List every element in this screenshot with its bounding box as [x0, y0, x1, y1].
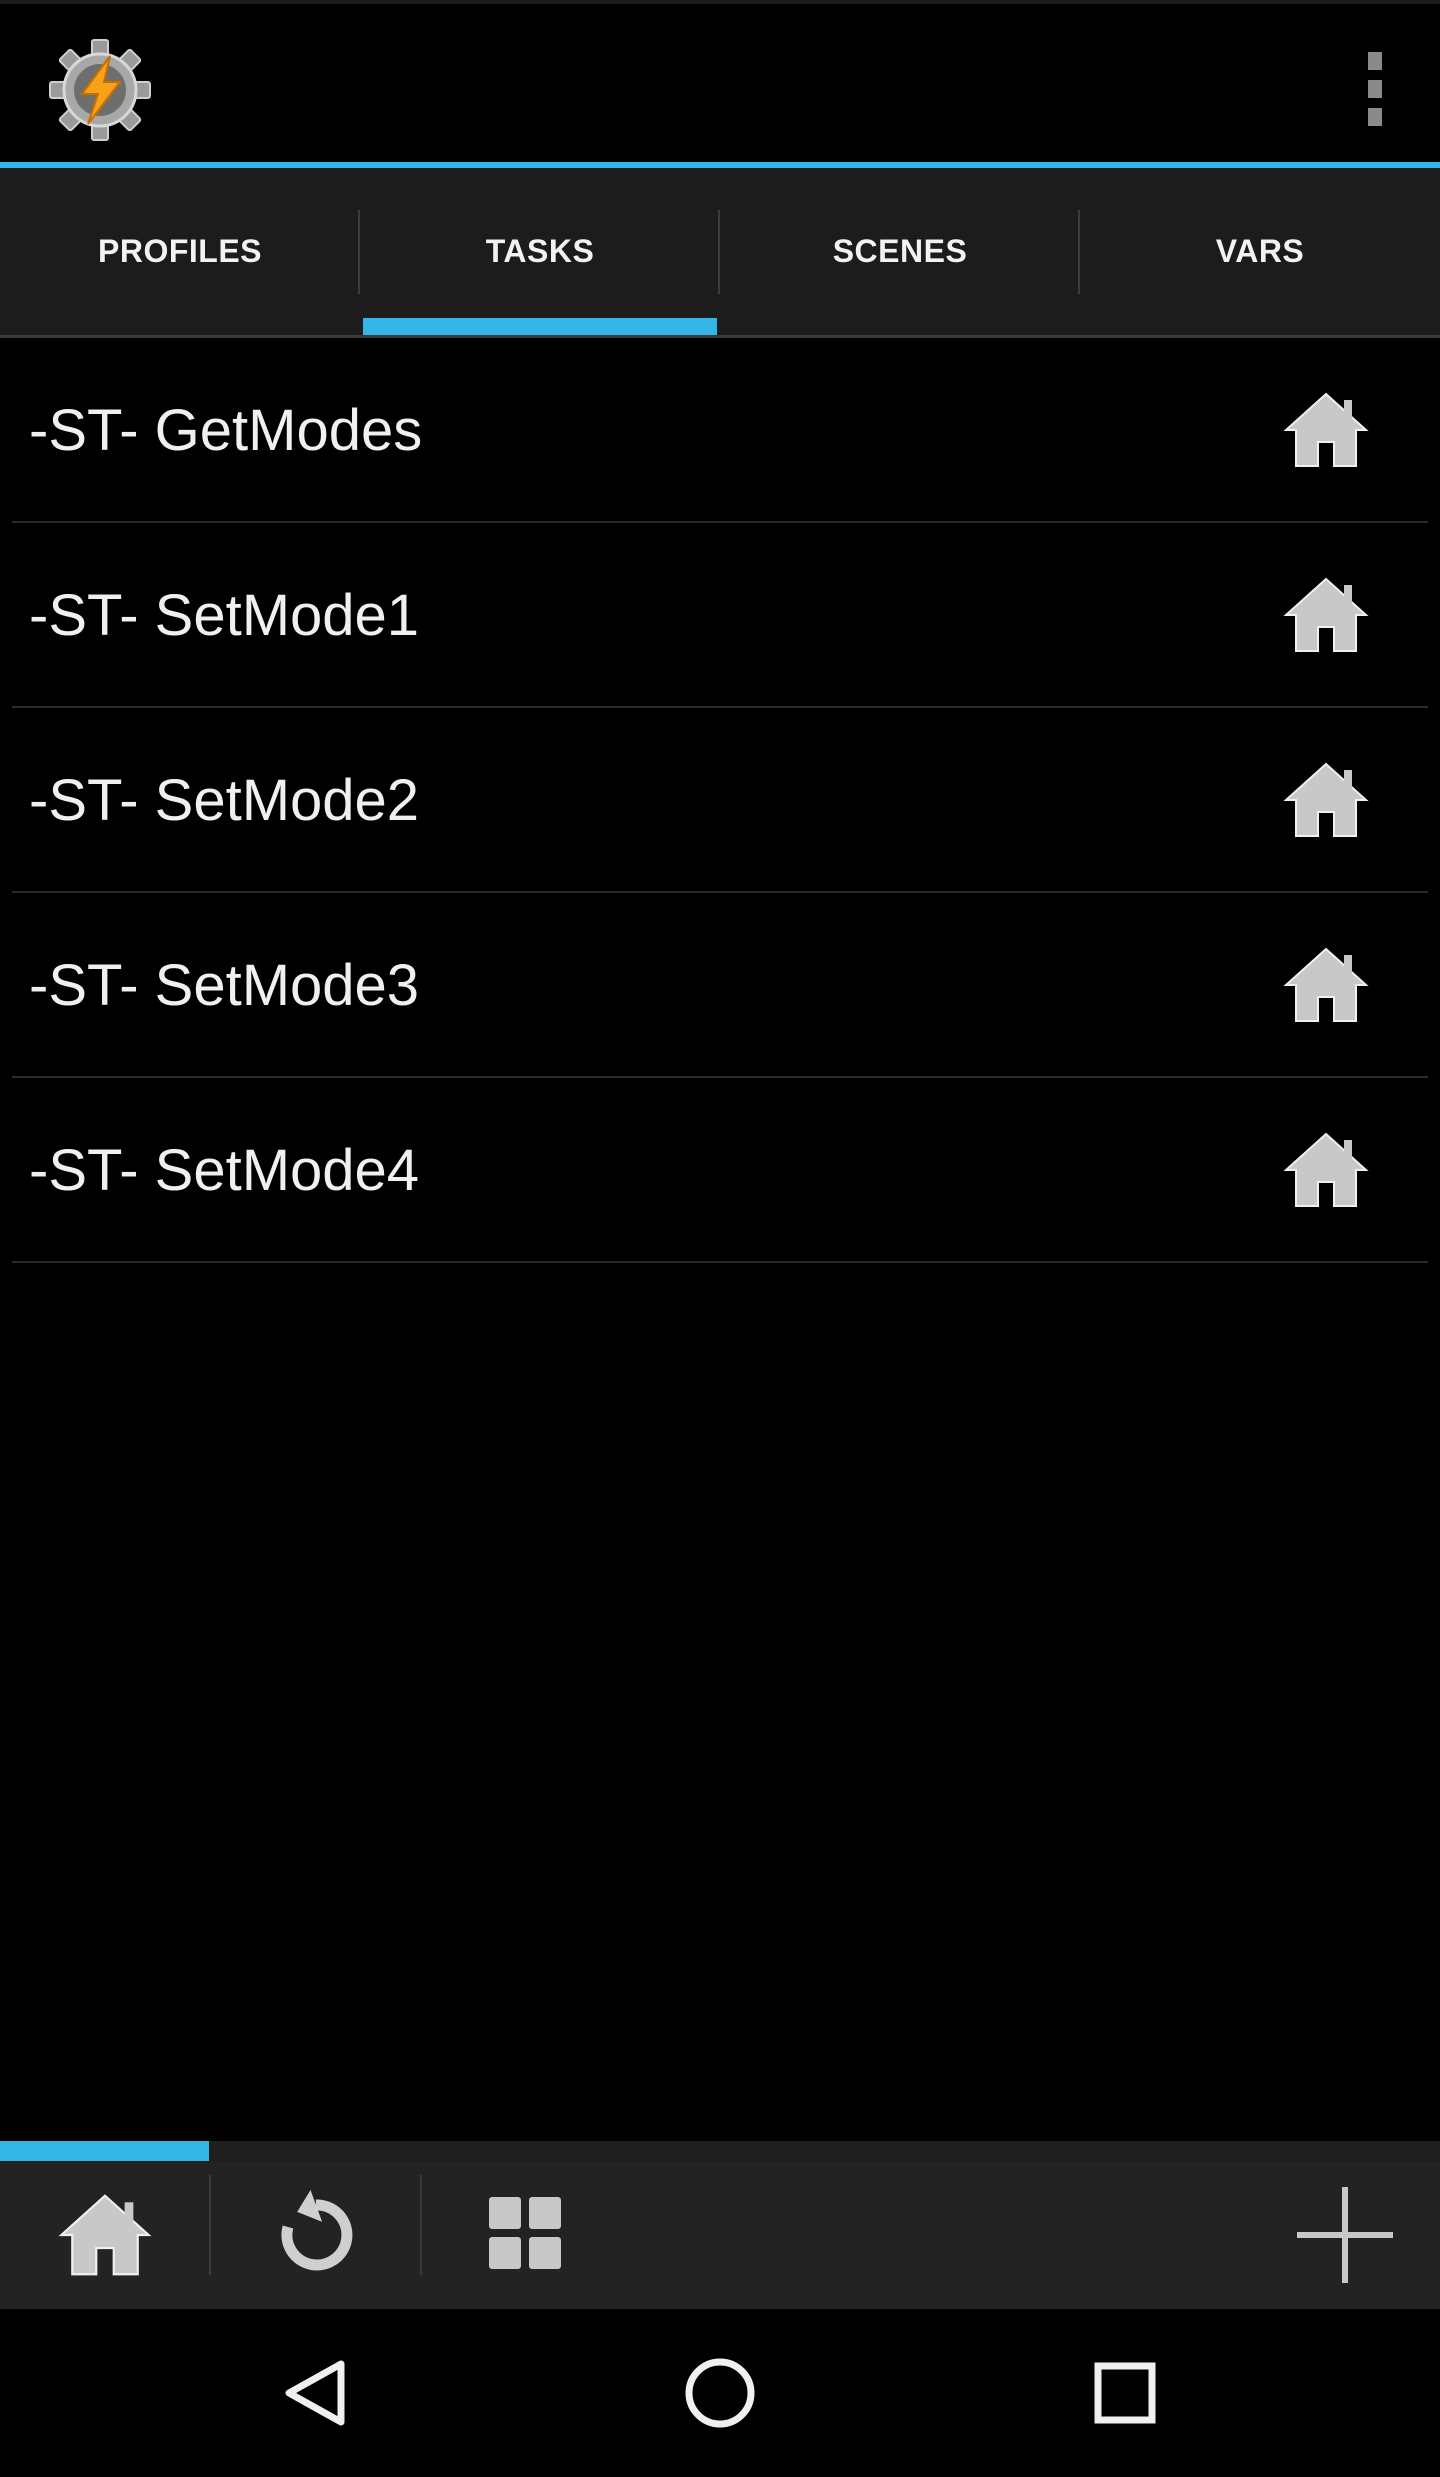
tab-selected-indicator [363, 318, 717, 335]
system-nav-bar [0, 2309, 1440, 2477]
bottom-progress-bar [0, 2141, 1440, 2161]
grid-button[interactable] [422, 2161, 632, 2309]
grid-icon [489, 2197, 561, 2269]
refresh-icon [281, 2189, 353, 2271]
home-button[interactable] [0, 2161, 210, 2309]
nav-recents-button[interactable] [1025, 2309, 1225, 2477]
back-icon [285, 2360, 345, 2426]
tab-label: TASKS [485, 233, 595, 269]
add-button[interactable] [1250, 2161, 1440, 2309]
refresh-button[interactable] [211, 2161, 421, 2309]
task-row[interactable]: -ST- SetMode3 [12, 893, 1428, 1078]
bottom-progress-fill [0, 2141, 209, 2161]
tab-bar: PROFILES TASKS SCENES VARS [0, 168, 1440, 338]
home-icon [1283, 1132, 1369, 1207]
add-icon [1297, 2187, 1393, 2283]
task-row[interactable]: -ST- GetModes [12, 338, 1428, 523]
bottom-toolbar [0, 2161, 1440, 2309]
home-icon [1283, 947, 1369, 1022]
task-row[interactable]: -ST- SetMode2 [12, 708, 1428, 893]
home-icon [1283, 762, 1369, 837]
recents-icon [1094, 2362, 1156, 2424]
overflow-menu-icon[interactable] [1340, 44, 1410, 134]
task-name: -ST- SetMode3 [29, 953, 420, 1018]
task-row[interactable]: -ST- SetMode1 [12, 523, 1428, 708]
home-icon [1283, 392, 1369, 467]
tab-vars[interactable]: VARS [1080, 168, 1440, 335]
tab-label: SCENES [832, 233, 968, 269]
action-bar [0, 0, 1440, 166]
task-name: -ST- SetMode4 [29, 1138, 420, 1203]
task-row[interactable]: -ST- SetMode4 [12, 1078, 1428, 1263]
tab-tasks[interactable]: TASKS [360, 168, 720, 335]
tab-label: PROFILES [97, 233, 262, 269]
tab-profiles[interactable]: PROFILES [0, 168, 360, 335]
nav-back-button[interactable] [216, 2309, 416, 2477]
tasker-logo-icon[interactable] [48, 38, 152, 142]
tasker-screen: PROFILES TASKS SCENES VARS -ST- GetModes… [0, 0, 1440, 2477]
task-name: -ST- GetModes [29, 398, 423, 463]
task-list: -ST- GetModes -ST- SetMode1 -ST- SetMode… [0, 338, 1440, 1263]
task-name: -ST- SetMode2 [29, 768, 420, 833]
tab-scenes[interactable]: SCENES [720, 168, 1080, 335]
task-name: -ST- SetMode1 [29, 583, 420, 648]
home-icon [1283, 577, 1369, 652]
home-circle-icon [685, 2358, 755, 2428]
tab-label: VARS [1215, 233, 1305, 269]
home-icon [58, 2194, 152, 2276]
nav-home-button[interactable] [620, 2309, 820, 2477]
